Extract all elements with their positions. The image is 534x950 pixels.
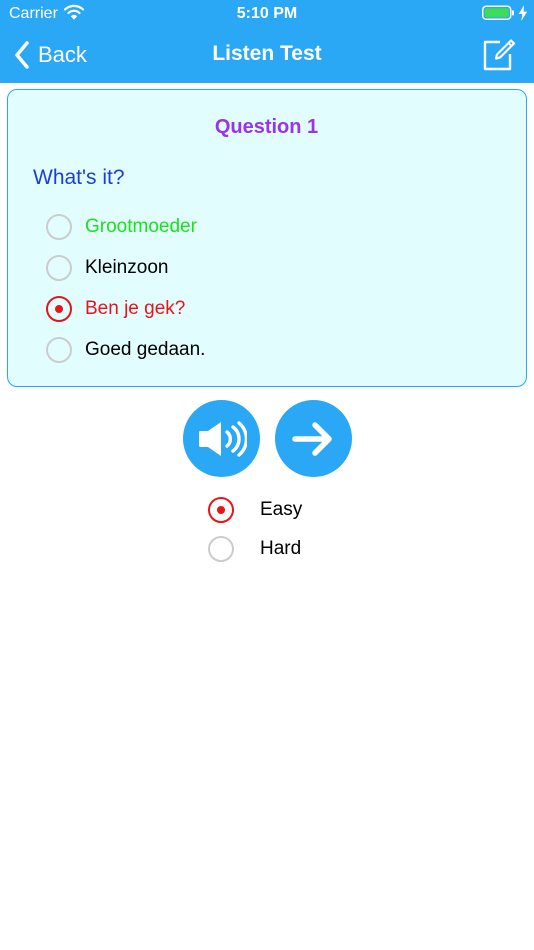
question-prompt: What's it? (33, 166, 125, 189)
radio-button[interactable] (46, 255, 72, 281)
play-sound-button[interactable] (183, 400, 260, 477)
edit-button[interactable] (482, 38, 516, 72)
difficulty-easy-option[interactable]: Easy (208, 496, 302, 524)
page-title: Listen Test (212, 42, 322, 65)
answer-option-4[interactable]: Goed gedaan. (46, 335, 205, 365)
answer-option-3[interactable]: Ben je gek? (46, 294, 185, 324)
radio-button-selected[interactable] (46, 296, 72, 322)
header: Carrier 5:10 PM Back Listen Test (0, 0, 534, 83)
question-card: Question 1 What's it? Grootmoeder Kleinz… (7, 89, 527, 387)
arrow-right-icon (291, 421, 332, 456)
difficulty-label: Hard (260, 538, 302, 559)
answer-label: Goed gedaan. (85, 339, 206, 360)
answer-label: Kleinzoon (85, 257, 169, 278)
answer-label: Grootmoeder (85, 216, 197, 237)
answer-label: Ben je gek? (85, 298, 186, 319)
difficulty-hard-option[interactable]: Hard (208, 535, 301, 563)
speaker-icon (198, 420, 247, 457)
answer-option-2[interactable]: Kleinzoon (46, 253, 168, 283)
radio-button[interactable] (46, 214, 72, 240)
edit-icon (483, 39, 516, 71)
radio-button[interactable] (208, 536, 234, 562)
navigation-bar: Back Listen Test (0, 28, 534, 83)
question-title: Question 1 (214, 116, 319, 138)
next-question-button[interactable] (275, 400, 352, 477)
status-time: 5:10 PM (236, 5, 298, 22)
difficulty-label: Easy (260, 499, 303, 520)
battery-icon (482, 5, 516, 26)
charging-bolt-icon (518, 5, 528, 26)
status-bar: Carrier 5:10 PM (0, 0, 534, 28)
radio-button[interactable] (46, 337, 72, 363)
answer-option-1[interactable]: Grootmoeder (46, 212, 197, 242)
radio-button-selected[interactable] (208, 497, 234, 523)
